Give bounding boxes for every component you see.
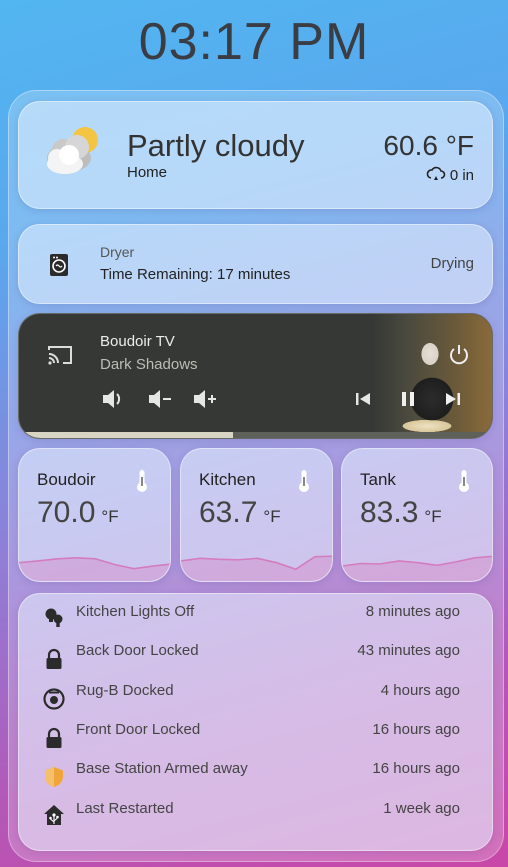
clock: 03:17 PM <box>138 13 370 71</box>
media-device-name: Boudoir TV <box>100 333 175 350</box>
logbook-label: Back Door Locked <box>76 642 199 659</box>
media-progress-fill <box>19 432 233 438</box>
thermometer-icon <box>459 470 469 492</box>
volume-mute-icon[interactable] <box>101 388 125 410</box>
weather-card[interactable]: Partly cloudy Home 60.6 °F 0 in <box>18 101 493 209</box>
lightbulb-group-icon <box>45 608 63 627</box>
logbook-card: Kitchen Lights Off 8 minutes ago Back Do… <box>18 593 493 851</box>
logbook-entry[interactable]: Last Restarted 1 week ago <box>19 800 492 830</box>
precipitation-value: 0 in <box>449 166 474 184</box>
dryer-card[interactable]: Dryer Time Remaining: 17 minutes Drying <box>18 224 493 304</box>
sensor-name: Kitchen <box>199 470 256 489</box>
home-assistant-icon <box>44 805 64 825</box>
thermometer-icon <box>299 470 309 492</box>
power-icon[interactable] <box>448 344 470 366</box>
logbook-time: 16 hours ago <box>372 760 460 777</box>
sensor-value: 83.3 °F <box>360 496 442 529</box>
logbook-entry[interactable]: Back Door Locked 43 minutes ago <box>19 642 492 672</box>
media-player-card[interactable]: Boudoir TV Dark Shadows <box>18 313 493 439</box>
logbook-label: Rug-B Docked <box>76 682 174 699</box>
next-icon[interactable] <box>444 390 462 408</box>
sensor-name: Boudoir <box>37 470 96 489</box>
sensor-trend-area <box>342 556 492 581</box>
logbook-entry[interactable]: Base Station Armed away 16 hours ago <box>19 760 492 790</box>
sensor-value: 70.0 °F <box>37 496 119 529</box>
weather-location: Home <box>127 164 168 181</box>
sensor-trend-graph <box>342 555 492 581</box>
media-title: Dark Shadows <box>100 356 198 373</box>
logbook-time: 43 minutes ago <box>357 642 460 659</box>
sensor-value: 63.7 °F <box>199 496 281 529</box>
dryer-icon <box>50 254 68 276</box>
logbook-time: 4 hours ago <box>380 682 460 699</box>
partly-cloudy-icon <box>47 127 98 174</box>
dryer-time-remaining: Time Remaining: 17 minutes <box>100 266 291 283</box>
dryer-name: Dryer <box>100 244 135 260</box>
dryer-state: Drying <box>430 255 474 272</box>
logbook-entry[interactable]: Rug-B Docked 4 hours ago <box>19 682 492 712</box>
shield-icon <box>45 767 63 787</box>
pause-icon[interactable] <box>399 390 417 408</box>
weather-condition: Partly cloudy <box>127 128 305 163</box>
sensor-name: Tank <box>360 470 396 489</box>
logbook-entry[interactable]: Kitchen Lights Off 8 minutes ago <box>19 603 492 633</box>
weather-precipitation: 0 in <box>426 166 474 184</box>
robot-vacuum-icon <box>43 688 65 710</box>
media-progress-bar[interactable] <box>19 432 492 438</box>
logbook-time: 16 hours ago <box>372 721 460 738</box>
lock-icon <box>46 648 62 669</box>
logbook-time: 8 minutes ago <box>365 603 460 620</box>
weather-temperature: 60.6 °F <box>383 130 474 161</box>
thermometer-icon <box>137 470 147 492</box>
volume-up-icon[interactable] <box>192 388 218 410</box>
sensor-card-kitchen[interactable]: Kitchen 63.7 °F <box>180 448 333 582</box>
logbook-label: Last Restarted <box>76 800 174 817</box>
previous-icon[interactable] <box>354 390 372 408</box>
cast-icon <box>48 346 72 365</box>
sensor-card-boudoir[interactable]: Boudoir 70.0 °F <box>18 448 171 582</box>
logbook-entry[interactable]: Front Door Locked 16 hours ago <box>19 721 492 751</box>
sensor-trend-graph <box>19 556 170 581</box>
volume-down-icon[interactable] <box>147 388 173 410</box>
logbook-time: 1 week ago <box>383 800 460 817</box>
media-artwork <box>372 314 492 438</box>
logbook-label: Kitchen Lights Off <box>76 603 195 620</box>
logbook-label: Base Station Armed away <box>76 760 248 777</box>
sensor-trend-graph <box>181 555 332 581</box>
logbook-label: Front Door Locked <box>76 721 201 738</box>
sensor-card-tank[interactable]: Tank 83.3 °F <box>341 448 493 582</box>
rain-cloud-icon <box>426 166 446 180</box>
lock-icon <box>46 727 62 748</box>
